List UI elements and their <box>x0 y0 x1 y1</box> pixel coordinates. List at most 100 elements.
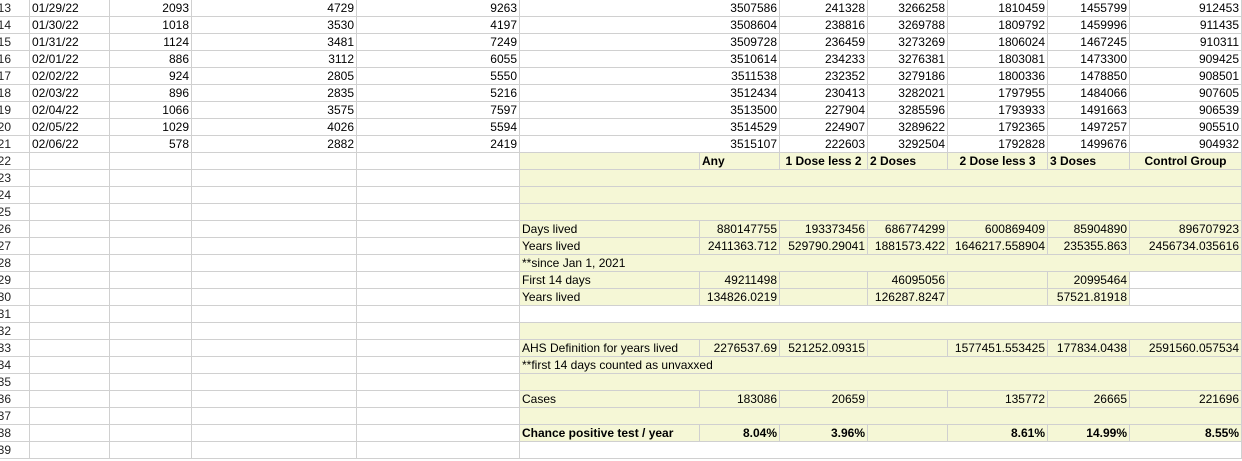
cell[interactable] <box>192 408 357 425</box>
cell[interactable]: 578 <box>110 136 192 153</box>
cell[interactable]: 236459 <box>780 34 868 51</box>
cell[interactable] <box>110 170 192 187</box>
row-header[interactable]: 429 <box>0 272 30 289</box>
summary-label[interactable]: Years lived <box>520 238 700 255</box>
cell[interactable]: 2093 <box>110 0 192 17</box>
cell[interactable] <box>110 153 192 170</box>
cell[interactable]: 4026 <box>192 119 357 136</box>
cell[interactable]: 4197 <box>357 17 520 34</box>
cell[interactable]: 5594 <box>357 119 520 136</box>
cell[interactable]: 906539 <box>1130 102 1242 119</box>
row-header[interactable]: 413 <box>0 0 30 17</box>
row-header[interactable]: 421 <box>0 136 30 153</box>
cell[interactable]: 911435 <box>1130 17 1242 34</box>
row-header[interactable]: 427 <box>0 238 30 255</box>
cell[interactable]: 1455799 <box>1048 0 1130 17</box>
cell[interactable]: 7597 <box>357 102 520 119</box>
cell[interactable]: 896 <box>110 85 192 102</box>
note-cell[interactable]: **since Jan 1, 2021 <box>520 255 1242 272</box>
cell[interactable] <box>192 425 357 442</box>
cell[interactable] <box>357 221 520 238</box>
cell[interactable] <box>30 170 110 187</box>
cell[interactable] <box>110 221 192 238</box>
cell[interactable] <box>192 289 357 306</box>
cell[interactable] <box>1130 272 1242 289</box>
cell[interactable] <box>357 153 520 170</box>
value-control[interactable]: 8.55% <box>1130 425 1242 442</box>
cell[interactable]: 3507586 <box>520 0 780 17</box>
cell[interactable] <box>192 374 357 391</box>
cell[interactable]: 908501 <box>1130 68 1242 85</box>
summary-label[interactable]: Days lived <box>520 221 700 238</box>
summary-empty-cell[interactable] <box>520 408 1242 425</box>
date-cell[interactable]: 02/03/22 <box>30 85 110 102</box>
cell[interactable]: 1459996 <box>1048 17 1130 34</box>
cell[interactable] <box>357 238 520 255</box>
cell[interactable] <box>780 272 868 289</box>
cell[interactable] <box>780 289 868 306</box>
cell[interactable]: 5550 <box>357 68 520 85</box>
cell[interactable]: 1018 <box>110 17 192 34</box>
summary-label[interactable]: Cases <box>520 391 700 408</box>
header-2-dose-less-3[interactable]: 2 Dose less 3 <box>948 153 1048 170</box>
cell[interactable] <box>192 357 357 374</box>
value-dose2less3[interactable]: 1646217.558904 <box>948 238 1048 255</box>
cell[interactable]: 222603 <box>780 136 868 153</box>
cell[interactable]: 3289622 <box>868 119 948 136</box>
cell[interactable] <box>110 204 192 221</box>
date-cell[interactable]: 02/02/22 <box>30 68 110 85</box>
cell[interactable]: 907605 <box>1130 85 1242 102</box>
value-any[interactable]: 8.04% <box>700 425 780 442</box>
cell[interactable]: 1793933 <box>948 102 1048 119</box>
cell[interactable]: 3112 <box>192 51 357 68</box>
summary-empty-cell[interactable] <box>520 187 1242 204</box>
date-cell[interactable]: 01/29/22 <box>30 0 110 17</box>
cell[interactable]: 1810459 <box>948 0 1048 17</box>
cell[interactable] <box>868 391 948 408</box>
value-dose2[interactable]: 126287.8247 <box>868 289 948 306</box>
cell[interactable] <box>192 340 357 357</box>
value-dose2[interactable]: 1881573.422 <box>868 238 948 255</box>
summary-empty-cell[interactable] <box>520 442 1242 459</box>
value-dose2less3[interactable]: 8.61% <box>948 425 1048 442</box>
row-header[interactable]: 426 <box>0 221 30 238</box>
cell[interactable] <box>192 272 357 289</box>
summary-cell[interactable] <box>520 153 700 170</box>
summary-empty-cell[interactable] <box>520 323 1242 340</box>
cell[interactable] <box>110 391 192 408</box>
cell[interactable] <box>192 204 357 221</box>
date-cell[interactable]: 01/30/22 <box>30 17 110 34</box>
cell[interactable] <box>192 170 357 187</box>
value-control[interactable]: 221696 <box>1130 391 1242 408</box>
cell[interactable] <box>110 357 192 374</box>
cell[interactable]: 3276381 <box>868 51 948 68</box>
cell[interactable] <box>30 255 110 272</box>
value-dose3[interactable]: 26665 <box>1048 391 1130 408</box>
cell[interactable] <box>30 391 110 408</box>
cell[interactable] <box>357 204 520 221</box>
cell[interactable]: 227904 <box>780 102 868 119</box>
value-dose3[interactable]: 177834.0438 <box>1048 340 1130 357</box>
date-cell[interactable]: 02/05/22 <box>30 119 110 136</box>
summary-empty-cell[interactable] <box>520 204 1242 221</box>
cell[interactable]: 224907 <box>780 119 868 136</box>
cell[interactable] <box>192 442 357 459</box>
row-header[interactable]: 437 <box>0 408 30 425</box>
summary-label[interactable]: First 14 days <box>520 272 700 289</box>
cell[interactable] <box>110 306 192 323</box>
cell[interactable] <box>868 425 948 442</box>
row-header[interactable]: 419 <box>0 102 30 119</box>
summary-label[interactable]: Years lived <box>520 289 700 306</box>
summary-label[interactable]: Chance positive test / year <box>520 425 700 442</box>
cell[interactable]: 1484066 <box>1048 85 1130 102</box>
cell[interactable] <box>110 340 192 357</box>
row-header[interactable]: 422 <box>0 153 30 170</box>
cell[interactable]: 1792365 <box>948 119 1048 136</box>
cell[interactable] <box>30 408 110 425</box>
cell[interactable]: 1809792 <box>948 17 1048 34</box>
cell[interactable]: 1491663 <box>1048 102 1130 119</box>
cell[interactable] <box>192 238 357 255</box>
row-header[interactable]: 420 <box>0 119 30 136</box>
cell[interactable] <box>948 272 1048 289</box>
value-control[interactable]: 2591560.057534 <box>1130 340 1242 357</box>
